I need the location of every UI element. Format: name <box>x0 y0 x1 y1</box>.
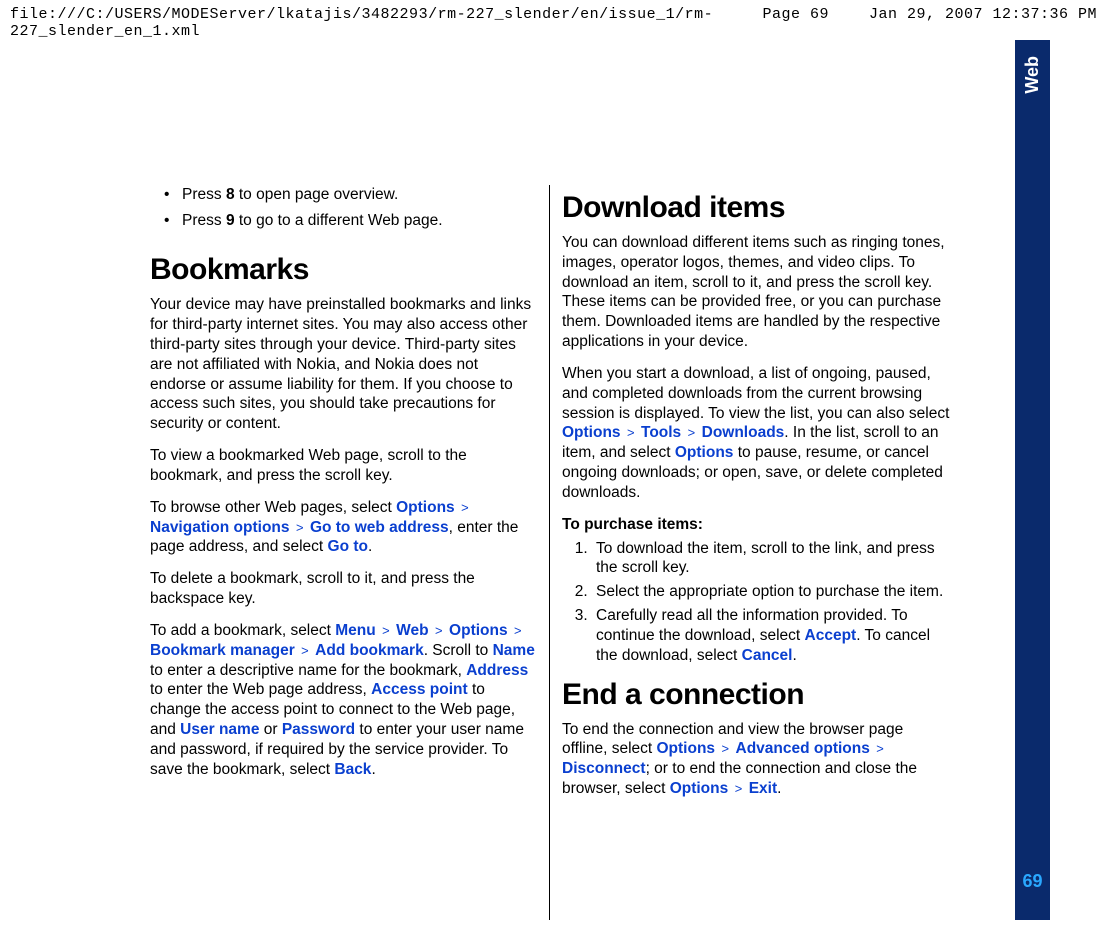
body-text: . <box>792 647 796 664</box>
right-column: Download items You can download differen… <box>550 185 960 920</box>
body-text: . <box>368 538 372 555</box>
body-text: To add a bookmark, select Menu > Web > O… <box>150 621 537 780</box>
heading-end-connection: End a connection <box>562 678 950 712</box>
body-text: or <box>259 721 281 738</box>
menu-term: Navigation options <box>150 519 290 536</box>
left-column: Press 8 to open page overview. Press 9 t… <box>150 185 550 920</box>
menu-term: Access point <box>371 681 467 698</box>
shortcut-list: Press 8 to open page overview. Press 9 t… <box>150 185 537 231</box>
body-text: Press <box>182 212 226 229</box>
body-text: Your device may have preinstalled bookma… <box>150 295 537 434</box>
section-sidebar: Web 69 <box>1015 40 1050 920</box>
menu-term: Downloads <box>702 424 785 441</box>
body-text: to go to a different Web page. <box>235 212 443 229</box>
arrow-icon: > <box>294 521 306 536</box>
menu-term: Disconnect <box>562 760 646 777</box>
list-item: Select the appropriate option to purchas… <box>592 582 950 602</box>
menu-term: Accept <box>805 627 857 644</box>
arrow-icon: > <box>625 426 637 441</box>
key-label: 8 <box>226 186 235 203</box>
body-text: To delete a bookmark, scroll to it, and … <box>150 569 537 609</box>
menu-term: Name <box>493 642 535 659</box>
body-text: You can download different items such as… <box>562 233 950 352</box>
menu-term: Options <box>449 622 508 639</box>
menu-term: Options <box>396 499 455 516</box>
arrow-icon: > <box>433 624 445 639</box>
list-item: Press 9 to go to a different Web page. <box>150 211 537 231</box>
menu-term: Exit <box>749 780 777 797</box>
body-text: To browse other Web pages, select <box>150 499 396 516</box>
arrow-icon: > <box>512 624 524 639</box>
menu-term: Add bookmark <box>315 642 424 659</box>
page-indicator: Page 69 <box>762 6 869 40</box>
body-text: to open page overview. <box>235 186 399 203</box>
body-text: to enter a descriptive name for the book… <box>150 662 466 679</box>
page-frame: Press 8 to open page overview. Press 9 t… <box>60 40 1050 920</box>
arrow-icon: > <box>719 742 731 757</box>
menu-term: Go to <box>328 538 368 555</box>
heading-download-items: Download items <box>562 191 950 225</box>
menu-term: Cancel <box>742 647 793 664</box>
body-text: . Scroll to <box>424 642 493 659</box>
body-text: To view a bookmarked Web page, scroll to… <box>150 446 537 486</box>
section-label: Web <box>1022 56 1043 94</box>
menu-term: Back <box>334 761 371 778</box>
body-text: . <box>371 761 375 778</box>
body-text: To browse other Web pages, select Option… <box>150 498 537 557</box>
menu-term: Options <box>675 444 734 461</box>
print-datetime: Jan 29, 2007 12:37:36 PM <box>869 6 1097 40</box>
menu-term: Address <box>466 662 528 679</box>
body-text: When you start a download, a list of ong… <box>562 365 949 422</box>
menu-term: User name <box>180 721 259 738</box>
arrow-icon: > <box>874 742 886 757</box>
arrow-icon: > <box>686 426 698 441</box>
menu-term: Web <box>396 622 428 639</box>
menu-term: Options <box>562 424 621 441</box>
menu-term: Password <box>282 721 355 738</box>
key-label: 9 <box>226 212 235 229</box>
body-text: Press <box>182 186 226 203</box>
body-text: to enter the Web page address, <box>150 681 371 698</box>
menu-term: Tools <box>641 424 681 441</box>
arrow-icon: > <box>459 501 471 516</box>
arrow-icon: > <box>380 624 392 639</box>
menu-term: Bookmark manager <box>150 642 295 659</box>
body-text: To end the connection and view the brows… <box>562 720 950 799</box>
menu-term: Options <box>670 780 729 797</box>
menu-term: Go to web address <box>310 519 449 536</box>
body-text: To add a bookmark, select <box>150 622 335 639</box>
menu-term: Menu <box>335 622 375 639</box>
content-area: Press 8 to open page overview. Press 9 t… <box>60 40 1015 920</box>
heading-bookmarks: Bookmarks <box>150 253 537 287</box>
body-text: . <box>777 780 781 797</box>
purchase-steps: To download the item, scroll to the link… <box>562 539 950 666</box>
file-path: file:///C:/USERS/MODEServer/lkatajis/348… <box>10 6 762 40</box>
list-item: Press 8 to open page overview. <box>150 185 537 205</box>
menu-term: Options <box>657 740 716 757</box>
body-text: When you start a download, a list of ong… <box>562 364 950 503</box>
arrow-icon: > <box>299 644 311 659</box>
page-number: 69 <box>1022 871 1042 892</box>
arrow-icon: > <box>733 782 745 797</box>
menu-term: Advanced options <box>736 740 870 757</box>
list-item: To download the item, scroll to the link… <box>592 539 950 579</box>
subheading-purchase: To purchase items: <box>562 515 950 535</box>
list-item: Carefully read all the information provi… <box>592 606 950 665</box>
